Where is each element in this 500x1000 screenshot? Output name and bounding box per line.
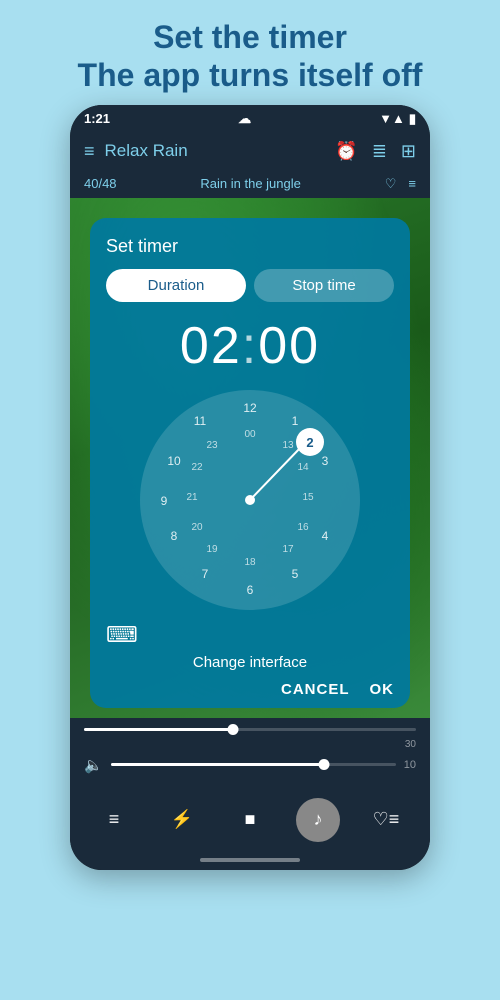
clock-svg: 12 1 3 4 5 6 7 8 9 10 11 00 xyxy=(140,390,360,610)
nav-favorites-button[interactable]: ♡≡ xyxy=(364,798,408,842)
change-interface-label[interactable]: Change interface xyxy=(193,654,307,671)
app-header: ≡ Relax Rain ⏰ ≣ ⊞ xyxy=(70,133,430,170)
volume-thumb xyxy=(319,759,330,770)
tab-row: Duration Stop time xyxy=(106,269,394,302)
progress-labels: 30 xyxy=(84,739,416,750)
nav-list-icon: ≡ xyxy=(109,809,120,830)
svg-text:3: 3 xyxy=(322,454,329,468)
tab-duration[interactable]: Duration xyxy=(106,269,246,302)
menu-icon[interactable]: ≡ xyxy=(84,141,95,162)
svg-text:16: 16 xyxy=(297,522,309,533)
status-bar: 1:21 ☁ ▼▲ ▮ xyxy=(70,105,430,133)
svg-text:22: 22 xyxy=(191,462,203,473)
svg-text:23: 23 xyxy=(206,440,218,451)
svg-text:6: 6 xyxy=(247,583,254,597)
app-title: Relax Rain xyxy=(105,141,188,161)
svg-text:14: 14 xyxy=(297,462,309,473)
app-header-icons: ⏰ ≣ ⊞ xyxy=(335,141,416,162)
svg-text:21: 21 xyxy=(186,492,198,503)
clock-container[interactable]: 12 1 3 4 5 6 7 8 9 10 11 00 xyxy=(140,390,360,610)
svg-text:15: 15 xyxy=(302,492,314,503)
home-bar xyxy=(200,858,300,862)
svg-text:2: 2 xyxy=(306,435,313,450)
progress-end: 30 xyxy=(405,739,416,750)
main-content: Set timer Duration Stop time 02:00 12 1 xyxy=(70,198,430,718)
list-icon[interactable]: ≣ xyxy=(372,141,387,162)
svg-text:4: 4 xyxy=(322,529,329,543)
timer-title: Set timer xyxy=(106,236,178,257)
timer-dialog: Set timer Duration Stop time 02:00 12 1 xyxy=(90,218,410,708)
alarm-icon[interactable]: ⏰ xyxy=(335,141,357,162)
status-battery-icon: ▮ xyxy=(409,111,416,127)
status-right: ▼▲ ▮ xyxy=(379,111,416,127)
status-time: 1:21 xyxy=(84,111,110,126)
track-right: ♡ ≡ xyxy=(385,176,416,192)
status-signal-icon: ▼▲ xyxy=(379,111,405,126)
ok-button[interactable]: OK xyxy=(370,681,395,698)
svg-text:9: 9 xyxy=(161,494,168,508)
phone-frame: 1:21 ☁ ▼▲ ▮ ≡ Relax Rain ⏰ ≣ ⊞ 40/48 Rai… xyxy=(70,105,430,870)
top-header: Set the timer The app turns itself off xyxy=(58,0,443,105)
clock-face: 12 1 3 4 5 6 7 8 9 10 11 00 xyxy=(140,390,360,610)
svg-text:11: 11 xyxy=(194,414,207,428)
progress-thumb xyxy=(228,724,239,735)
volume-fill xyxy=(111,763,325,766)
nav-favorites-icon: ♡≡ xyxy=(373,809,400,830)
tab-stop-time[interactable]: Stop time xyxy=(254,269,394,302)
nav-bolt-button[interactable]: ⚡ xyxy=(160,798,204,842)
svg-text:7: 7 xyxy=(202,567,209,581)
time-minutes: 00 xyxy=(258,317,320,375)
time-hours: 02 xyxy=(180,317,242,375)
svg-text:18: 18 xyxy=(244,557,256,568)
svg-text:20: 20 xyxy=(191,522,203,533)
dialog-buttons: CANCEL OK xyxy=(106,681,394,698)
svg-text:17: 17 xyxy=(282,544,294,555)
track-position: 40/48 xyxy=(84,176,117,191)
keyboard-icon[interactable]: ⌨ xyxy=(106,622,138,648)
svg-text:10: 10 xyxy=(167,454,181,468)
playlist-icon[interactable]: ≡ xyxy=(408,176,416,192)
svg-text:5: 5 xyxy=(292,567,299,581)
volume-row: 🔈 10 xyxy=(84,756,416,774)
nav-bolt-icon: ⚡ xyxy=(171,809,193,830)
svg-text:12: 12 xyxy=(243,401,257,415)
svg-text:19: 19 xyxy=(206,544,218,555)
track-name: Rain in the jungle xyxy=(200,176,300,191)
progress-fill xyxy=(84,728,233,731)
nav-music-button[interactable]: ♪ xyxy=(296,798,340,842)
bottom-nav: ≡ ⚡ ■ ♪ ♡≡ xyxy=(70,790,430,854)
time-colon: : xyxy=(242,317,258,375)
cancel-button[interactable]: CANCEL xyxy=(281,681,350,698)
status-wifi-icon: ☁ xyxy=(238,111,251,127)
track-bar: 40/48 Rain in the jungle ♡ ≡ xyxy=(70,170,430,198)
time-display: 02:00 xyxy=(180,316,320,376)
header-line1: Set the timer xyxy=(78,18,423,56)
progress-bar[interactable] xyxy=(84,728,416,731)
grid-icon[interactable]: ⊞ xyxy=(401,141,416,162)
svg-text:1: 1 xyxy=(292,414,299,428)
nav-stop-icon: ■ xyxy=(245,809,256,830)
nav-stop-button[interactable]: ■ xyxy=(228,798,272,842)
nav-music-icon: ♪ xyxy=(314,809,323,830)
svg-text:00: 00 xyxy=(244,429,256,440)
app-header-left: ≡ Relax Rain xyxy=(84,141,188,162)
header-line2: The app turns itself off xyxy=(78,56,423,94)
nav-list-button[interactable]: ≡ xyxy=(92,798,136,842)
volume-icon: 🔈 xyxy=(84,756,103,774)
player-section: 30 🔈 10 xyxy=(70,718,430,790)
heart-icon[interactable]: ♡ xyxy=(385,176,397,192)
volume-bar[interactable] xyxy=(111,763,396,766)
svg-text:13: 13 xyxy=(282,440,294,451)
svg-text:8: 8 xyxy=(171,529,178,543)
volume-label: 10 xyxy=(404,759,416,771)
home-indicator xyxy=(70,854,430,870)
